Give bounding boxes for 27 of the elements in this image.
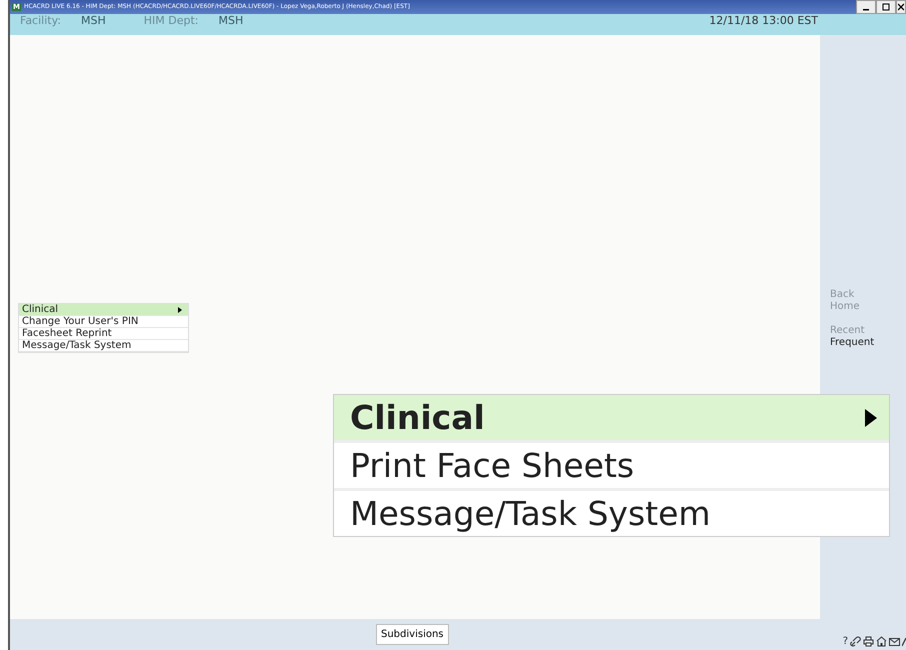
minimize-button[interactable] <box>856 0 876 14</box>
close-button[interactable] <box>896 0 906 14</box>
field-label: Facility: <box>20 14 62 27</box>
menu-item[interactable]: Message/Task System <box>19 340 188 352</box>
maximize-icon <box>882 3 890 11</box>
subdivisions-button[interactable]: Subdivisions <box>376 624 449 645</box>
mail-icon[interactable] <box>889 636 900 647</box>
menu-item[interactable]: Message/Task System <box>334 491 889 536</box>
help-button[interactable]: ? <box>842 636 848 647</box>
menu-item[interactable]: Clinical <box>334 395 889 440</box>
pencil-icon[interactable] <box>902 636 906 647</box>
field-label: HIM Dept: <box>144 14 199 27</box>
sidebar-link[interactable]: Frequent <box>830 337 906 349</box>
menu-item[interactable]: Clinical <box>19 304 188 316</box>
home-icon[interactable] <box>876 636 887 647</box>
maximize-button[interactable] <box>876 0 896 14</box>
printer-icon[interactable] <box>863 636 874 647</box>
submenu-arrow-icon <box>178 306 182 312</box>
menu-item[interactable]: Change Your User's PIN <box>19 316 188 328</box>
submenu-arrow-icon <box>865 408 877 426</box>
link-icon[interactable] <box>850 636 861 647</box>
date-time: 12/11/18 13:00 EST <box>709 14 818 27</box>
menu-item[interactable]: Facesheet Reprint <box>19 328 188 340</box>
close-icon <box>898 3 904 11</box>
field-value: MSH <box>81 14 106 27</box>
menu-item[interactable]: Print Face Sheets <box>334 443 889 488</box>
field-value: MSH <box>218 14 244 27</box>
